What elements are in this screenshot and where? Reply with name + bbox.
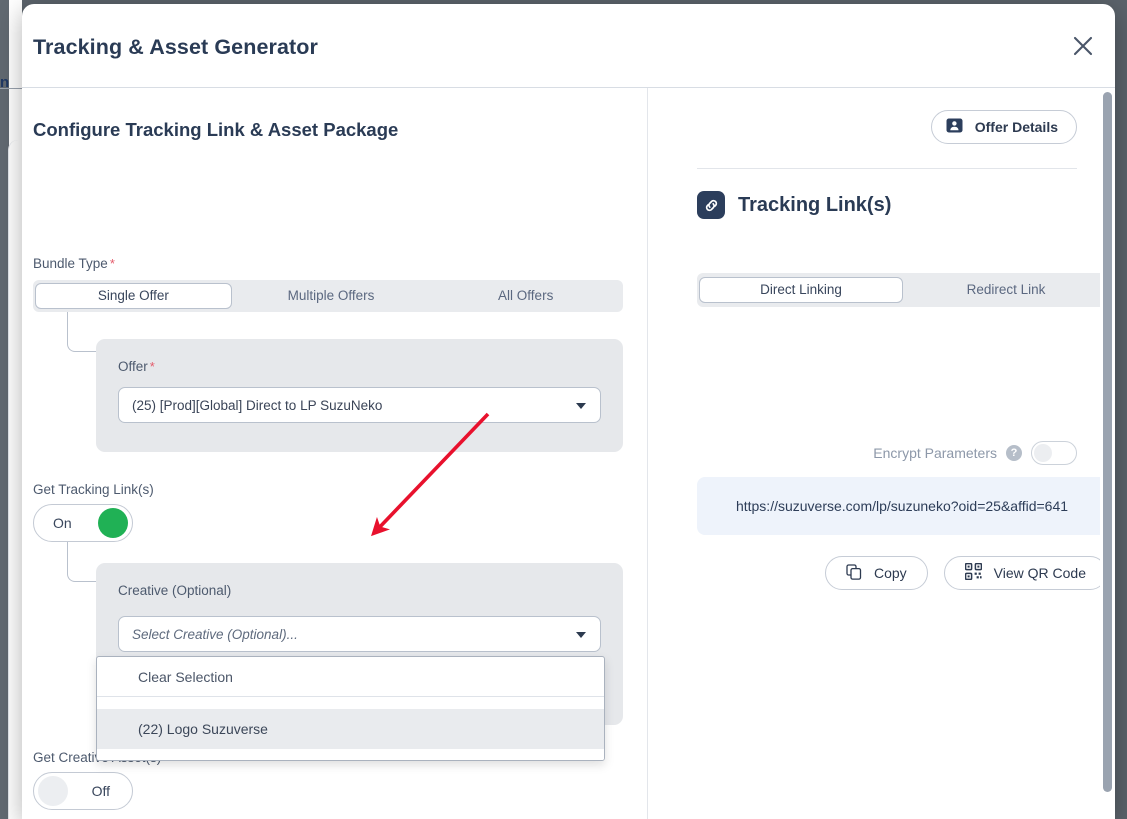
offer-label: Offer*	[118, 359, 155, 374]
help-icon[interactable]: ?	[1006, 445, 1022, 461]
modal-header: Tracking & Asset Generator	[22, 4, 1115, 88]
connector-tracking-to-creative	[67, 542, 97, 582]
link-mode-option-direct-linking[interactable]: Direct Linking	[699, 277, 903, 303]
close-icon[interactable]	[1065, 28, 1101, 64]
connector-bundle-to-offer	[67, 312, 97, 352]
creative-dropdown-gap	[97, 697, 604, 709]
link-icon	[697, 191, 725, 219]
contact-card-icon	[946, 118, 963, 136]
get-tracking-links-toggle[interactable]: On	[33, 504, 133, 542]
creative-dropdown-menu: Clear Selection (22) Logo Suzuverse	[96, 656, 605, 761]
offer-panel: Offer* (25) [Prod][Global] Direct to LP …	[96, 339, 623, 452]
creative-dropdown-tail	[97, 749, 604, 760]
scrollbar-thumb[interactable]	[1103, 92, 1112, 792]
tracking-links-panel: Offer Details Tracking Link(s) Direct Li…	[649, 88, 1115, 819]
get-tracking-links-label: Get Tracking Link(s)	[33, 482, 154, 497]
creative-option-logo-suzuverse[interactable]: (22) Logo Suzuverse	[97, 709, 604, 749]
bundle-type-segmented-control: Single Offer Multiple Offers All Offers	[33, 280, 623, 312]
creative-option-clear-selection[interactable]: Clear Selection	[97, 657, 604, 697]
page-root: n Tracking & Asset Generator Configure T…	[0, 0, 1127, 819]
toggle-knob	[1034, 444, 1052, 462]
qr-button-label: View QR Code	[994, 565, 1086, 581]
toggle-knob	[38, 776, 68, 806]
creative-label: Creative (Optional)	[118, 583, 231, 598]
offer-label-text: Offer	[118, 359, 148, 374]
get-creative-assets-toggle[interactable]: Off	[33, 772, 133, 810]
tracking-url-box[interactable]: https://suzuverse.com/lp/suzuneko?oid=25…	[697, 477, 1107, 535]
link-mode-option-redirect-link[interactable]: Redirect Link	[905, 277, 1107, 303]
required-asterisk: *	[110, 256, 115, 271]
modal-body: Configure Tracking Link & Asset Package …	[22, 88, 1115, 819]
offer-select-value: (25) [Prod][Global] Direct to LP SuzuNek…	[132, 398, 382, 413]
get-tracking-links-state: On	[53, 505, 72, 541]
link-mode-segmented-control: Direct Linking Redirect Link	[697, 273, 1107, 307]
tracking-links-heading-text: Tracking Link(s)	[738, 194, 891, 217]
chevron-down-icon	[576, 632, 586, 638]
tracking-asset-generator-modal: Tracking & Asset Generator Configure Tra…	[22, 4, 1115, 819]
copy-icon	[846, 564, 862, 583]
encrypt-parameters-toggle[interactable]	[1031, 441, 1077, 465]
toggle-knob	[98, 508, 128, 538]
tracking-url-text: https://suzuverse.com/lp/suzuneko?oid=25…	[736, 498, 1068, 514]
copy-button[interactable]: Copy	[825, 556, 928, 590]
offer-required-asterisk: *	[150, 359, 155, 374]
offer-select[interactable]: (25) [Prod][Global] Direct to LP SuzuNek…	[118, 387, 601, 423]
background-divider	[0, 88, 24, 89]
tracking-links-heading: Tracking Link(s)	[697, 191, 891, 219]
modal-scrollbar[interactable]	[1100, 89, 1115, 819]
offer-details-button[interactable]: Offer Details	[931, 110, 1077, 144]
bundle-type-option-single-offer[interactable]: Single Offer	[35, 283, 232, 309]
creative-select[interactable]: Select Creative (Optional)...	[118, 616, 601, 652]
modal-title: Tracking & Asset Generator	[33, 35, 318, 60]
page-title: Configure Tracking Link & Asset Package	[33, 119, 398, 141]
bundle-type-label-text: Bundle Type	[33, 256, 108, 271]
get-creative-assets-state: Off	[92, 773, 110, 809]
bundle-type-option-multiple-offers[interactable]: Multiple Offers	[234, 283, 429, 309]
qr-code-icon	[965, 563, 982, 583]
bundle-type-label: Bundle Type*	[33, 256, 115, 271]
bundle-type-option-all-offers[interactable]: All Offers	[428, 283, 623, 309]
view-qr-code-button[interactable]: View QR Code	[944, 556, 1107, 590]
creative-select-placeholder: Select Creative (Optional)...	[132, 627, 298, 642]
encrypt-parameters-row: Encrypt Parameters ?	[873, 441, 1077, 465]
encrypt-parameters-label: Encrypt Parameters	[873, 445, 997, 461]
chevron-down-icon	[576, 403, 586, 409]
copy-button-label: Copy	[874, 565, 907, 581]
configure-panel: Configure Tracking Link & Asset Package …	[22, 88, 648, 819]
offer-details-button-label: Offer Details	[975, 119, 1058, 135]
link-actions: Copy	[697, 556, 1107, 590]
right-panel-divider	[697, 168, 1077, 169]
